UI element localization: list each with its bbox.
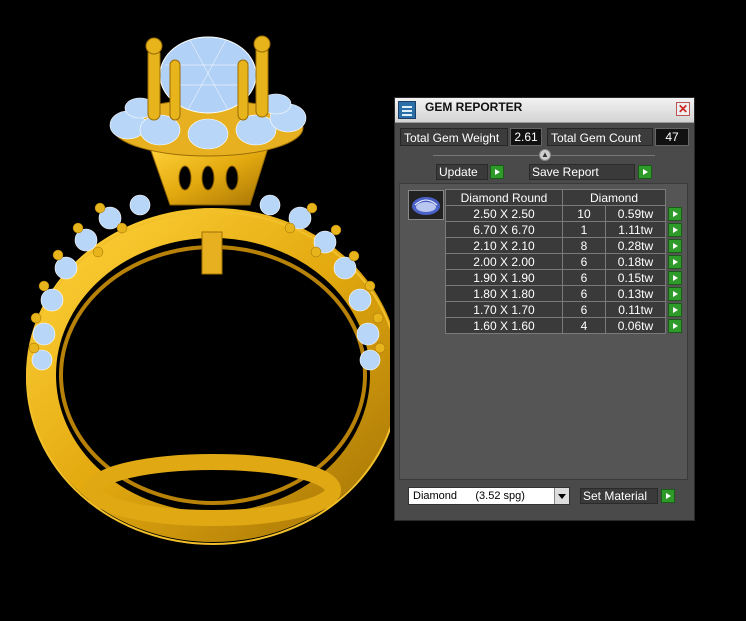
gem-count-cell: 6 <box>562 253 606 270</box>
select-row-arrow-icon[interactable] <box>667 206 682 221</box>
gem-weight-cell: 0.18tw <box>604 253 667 270</box>
totals-row: Total Gem Weight 2.61 Total Gem Count 47 <box>400 128 691 146</box>
diamond-thumbnail[interactable] <box>408 190 444 220</box>
table-row[interactable]: 1.80 X 1.80 6 0.13tw <box>445 285 683 302</box>
gem-count-cell: 6 <box>562 285 606 302</box>
gem-count-cell: 1 <box>562 221 606 238</box>
close-button[interactable]: ✕ <box>676 102 690 116</box>
gem-count-cell: 6 <box>562 269 606 286</box>
select-row-arrow-icon[interactable] <box>667 318 682 333</box>
row-action-cell <box>666 302 683 318</box>
gem-size-cell: 1.90 X 1.90 <box>445 269 563 286</box>
row-action-cell <box>666 222 683 238</box>
window-title: GEM REPORTER <box>425 100 523 114</box>
column-header-diamond: Diamond <box>562 189 666 206</box>
table-row[interactable]: 1.70 X 1.70 6 0.11tw <box>445 301 683 318</box>
table-row[interactable]: 2.50 X 2.50 10 0.59tw <box>445 205 683 222</box>
ring-model <box>26 35 400 545</box>
gem-icon <box>412 197 440 215</box>
gem-reporter-panel: GEM REPORTER ✕ Total Gem Weight 2.61 Tot… <box>394 97 695 521</box>
select-row-arrow-icon[interactable] <box>667 270 682 285</box>
gem-size-cell: 2.10 X 2.10 <box>445 237 563 254</box>
total-gem-weight-label: Total Gem Weight <box>400 128 508 146</box>
table-row[interactable]: 6.70 X 6.70 1 1.11tw <box>445 221 683 238</box>
update-button[interactable]: Update <box>436 164 488 180</box>
set-material-button[interactable]: Set Material <box>580 488 658 504</box>
row-action-cell <box>666 270 683 286</box>
gem-list: Diamond Round Diamond 2.50 X 2.50 10 0.59t… <box>399 183 688 480</box>
select-row-arrow-icon[interactable] <box>667 286 682 301</box>
total-gem-count-label: Total Gem Count <box>547 128 653 146</box>
table-row[interactable]: 2.00 X 2.00 6 0.18tw <box>445 253 683 270</box>
gem-size-cell: 2.00 X 2.00 <box>445 253 563 270</box>
gem-weight-cell: 0.28tw <box>604 237 667 254</box>
row-action-cell <box>666 254 683 270</box>
row-action-cell <box>666 238 683 254</box>
gem-weight-cell: 0.15tw <box>604 269 667 286</box>
update-arrow-icon[interactable] <box>490 165 504 179</box>
gem-size-cell: 1.80 X 1.80 <box>445 285 563 302</box>
gem-count-cell: 6 <box>562 301 606 318</box>
row-action-cell <box>666 206 683 222</box>
report-icon <box>398 101 416 119</box>
table-row[interactable]: 1.90 X 1.90 6 0.15tw <box>445 269 683 286</box>
gem-count-cell: 8 <box>562 237 606 254</box>
center-post <box>201 231 223 275</box>
gem-size-cell: 1.60 X 1.60 <box>445 317 563 334</box>
gem-weight-cell: 1.11tw <box>604 221 667 238</box>
row-action-cell <box>666 318 683 334</box>
total-gem-count-value: 47 <box>655 128 689 146</box>
gem-size-cell: 1.70 X 1.70 <box>445 301 563 318</box>
material-select-value: Diamond (3.52 spg) <box>413 490 525 502</box>
table-row[interactable]: 2.10 X 2.10 8 0.28tw <box>445 237 683 254</box>
gem-weight-cell: 0.06tw <box>604 317 667 334</box>
material-select[interactable]: Diamond (3.52 spg) <box>408 487 570 505</box>
row-action-cell <box>666 286 683 302</box>
save-report-arrow-icon[interactable] <box>638 165 652 179</box>
gem-size-cell: 6.70 X 6.70 <box>445 221 563 238</box>
gem-weight-cell: 0.11tw <box>604 301 667 318</box>
title-bar[interactable]: GEM REPORTER ✕ <box>395 98 694 123</box>
select-row-arrow-icon[interactable] <box>667 254 682 269</box>
total-gem-weight-value: 2.61 <box>510 128 542 146</box>
select-row-arrow-icon[interactable] <box>667 222 682 237</box>
material-bar: Diamond (3.52 spg) Set Material <box>399 483 688 513</box>
select-row-arrow-icon[interactable] <box>667 238 682 253</box>
gem-count-cell: 10 <box>562 205 606 222</box>
set-material-arrow-icon[interactable] <box>661 489 675 503</box>
gem-table: Diamond Round Diamond 2.50 X 2.50 10 0.59t… <box>445 189 683 334</box>
select-row-arrow-icon[interactable] <box>667 302 682 317</box>
gem-weight-cell: 0.13tw <box>604 285 667 302</box>
dropdown-arrow-icon[interactable] <box>554 488 569 504</box>
table-row[interactable]: 1.60 X 1.60 4 0.06tw <box>445 317 683 334</box>
ring-3d-viewport[interactable] <box>0 0 400 616</box>
column-header-diamond-round: Diamond Round <box>445 189 563 206</box>
gem-count-cell: 4 <box>562 317 606 334</box>
save-report-button[interactable]: Save Report <box>529 164 635 180</box>
gem-weight-cell: 0.59tw <box>604 205 667 222</box>
collapse-icon[interactable]: ▲ <box>539 149 551 161</box>
gem-size-cell: 2.50 X 2.50 <box>445 205 563 222</box>
